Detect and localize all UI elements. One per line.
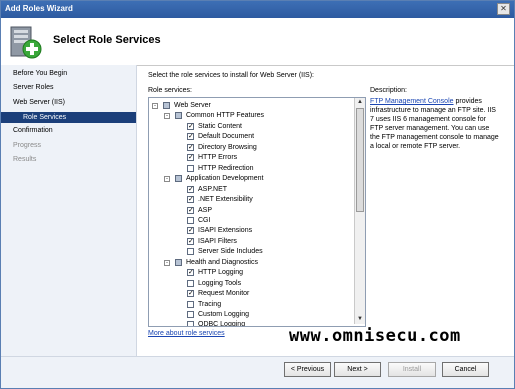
more-about-role-services-link[interactable]: More about role services	[148, 330, 225, 337]
tree-item-label: Web Server	[174, 102, 211, 109]
tree-item-checkbox[interactable]	[187, 321, 194, 326]
description-text: provides infrastructure to manage an FTP…	[370, 98, 499, 150]
nav-item-confirmation[interactable]: Confirmation	[13, 127, 53, 134]
tree-item-label: Health and Diagnostics	[186, 258, 258, 266]
role-services-label: Role services:	[148, 87, 192, 94]
tree-item-label: Common HTTP Features	[186, 112, 265, 120]
tree-item-checkbox[interactable]	[187, 248, 194, 256]
tree-item-checkbox[interactable]: ✓	[187, 133, 194, 141]
tree-item-label: Custom Logging	[198, 311, 249, 318]
tree-item-checkbox[interactable]: ✓	[187, 185, 194, 193]
tree-item-checkbox[interactable]: ✓	[187, 143, 194, 151]
nav-item-results: Results	[13, 156, 37, 163]
nav-item-role-services[interactable]: Role Services	[1, 112, 136, 123]
tree-item-label: ISAPI Filters	[198, 237, 237, 245]
tree-item-label: HTTP Redirection	[198, 164, 254, 172]
wizard-window: Add Roles Wizard ✕ Select Role Services …	[0, 0, 515, 389]
tree-item-label: Logging Tools	[198, 279, 242, 287]
tree-item-checkbox[interactable]: ✓	[187, 269, 194, 277]
tree-item-checkbox[interactable]: ✓	[187, 290, 194, 298]
tree-item-checkbox[interactable]	[175, 175, 182, 183]
tree-item-label: Default Document	[198, 133, 255, 141]
tree-item-label: Request Monitor	[198, 290, 250, 298]
tree-item-label: Application Development	[186, 175, 264, 183]
title-bar: Add Roles Wizard ✕	[1, 1, 514, 18]
tree-item-checkbox[interactable]	[187, 216, 194, 224]
instruction-text: Select the role services to install for …	[148, 72, 314, 79]
tree-item-label: ODBC Logging	[198, 321, 246, 327]
tree-item-checkbox[interactable]	[175, 112, 182, 120]
close-button[interactable]: ✕	[497, 3, 510, 15]
tree-expander-icon[interactable]: -	[164, 113, 170, 120]
tree-scrollbar[interactable]: ▲ ▼	[354, 98, 365, 324]
watermark: www.omnisecu.com	[289, 326, 461, 346]
next-button[interactable]: Next >	[334, 362, 381, 377]
tree-item-checkbox[interactable]	[175, 258, 182, 266]
tree-expander-icon[interactable]: -	[152, 103, 158, 109]
scroll-thumb[interactable]	[356, 108, 364, 212]
nav-item-server-roles[interactable]: Server Roles	[13, 84, 53, 91]
tree-item-label: Directory Browsing	[198, 143, 257, 151]
description-panel: FTP Management Console provides infrastr…	[370, 97, 500, 151]
tree-item-label: .NET Extensibility	[198, 196, 253, 204]
tree-item-checkbox[interactable]: ✓	[187, 237, 194, 245]
scroll-up-icon[interactable]: ▲	[355, 98, 365, 107]
tree-item-checkbox[interactable]: ✓	[187, 206, 194, 214]
nav-item-web-server[interactable]: Web Server (IIS)	[13, 99, 65, 106]
nav-item-role-services-label: Role Services	[23, 114, 67, 121]
tree-item-checkbox[interactable]	[187, 300, 194, 308]
nav-item-before-you-begin[interactable]: Before You Begin	[13, 70, 67, 77]
scroll-down-icon[interactable]: ▼	[355, 315, 365, 324]
tree-item-label: ISAPI Extensions	[198, 227, 253, 235]
previous-button[interactable]: < Previous	[284, 362, 331, 377]
tree-expander-icon[interactable]: -	[164, 259, 170, 266]
wizard-banner: Select Role Services	[1, 18, 514, 66]
tree-item-checkbox[interactable]: ✓	[187, 196, 194, 204]
tree-item-checkbox[interactable]: ✓	[187, 154, 194, 162]
server-add-icon	[10, 26, 42, 59]
role-services-tree[interactable]: - Web Server - Common HTTP Features ✓ Static …	[148, 97, 366, 327]
tree-item-label: HTTP Logging	[198, 269, 244, 277]
cancel-button[interactable]: Cancel	[442, 362, 489, 377]
install-button: Install	[388, 362, 436, 377]
tree-item-label: Server Side Includes	[198, 248, 263, 256]
window-title: Add Roles Wizard	[5, 4, 73, 13]
tree-item-checkbox[interactable]	[163, 102, 170, 109]
tree-item-checkbox[interactable]	[187, 279, 194, 287]
ftp-console-link[interactable]: FTP Management Console	[370, 98, 454, 105]
wizard-nav: Before You Begin Server Roles Web Server…	[1, 65, 137, 356]
tree-item-checkbox[interactable]: ✓	[187, 227, 194, 235]
tree-item-label: ASP.NET	[198, 185, 228, 193]
description-label: Description:	[370, 87, 407, 94]
tree-item-checkbox[interactable]	[187, 164, 194, 172]
tree-item-label: Tracing	[198, 300, 222, 308]
tree-item-label: HTTP Errors	[198, 154, 238, 162]
tree-item-checkbox[interactable]: ✓	[187, 122, 194, 130]
tree-item-checkbox[interactable]	[187, 311, 194, 318]
wizard-footer: < Previous Next > Install Cancel	[1, 356, 514, 388]
nav-item-progress: Progress	[13, 142, 42, 149]
tree-item-label: ASP	[198, 206, 213, 214]
page-title: Select Role Services	[53, 34, 161, 46]
tree-item-label: Static Content	[198, 122, 242, 130]
tree-expander-icon[interactable]: -	[164, 176, 170, 183]
tree-item-label: CGI	[198, 216, 211, 224]
